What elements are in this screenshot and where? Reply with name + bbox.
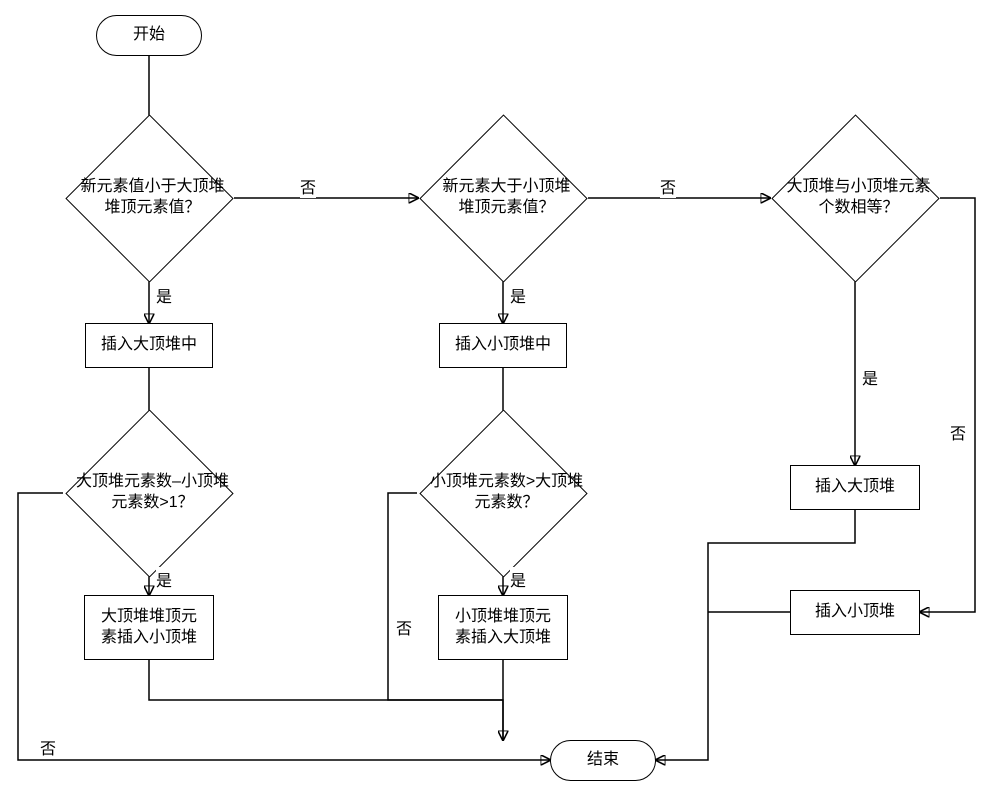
d1-no-label: 否 bbox=[300, 174, 316, 198]
d3-line2: 堆顶元素值？ bbox=[442, 198, 570, 219]
decision-d5: 大顶堆与小顶堆元素 个数相等？ bbox=[787, 130, 922, 265]
d4-yes-label: 是 bbox=[510, 567, 526, 591]
d4-line1: 小顶堆元素数>大顶堆 bbox=[430, 472, 583, 493]
p2-line1: 大顶堆堆顶元 bbox=[101, 607, 197, 628]
p6-label: 插入小顶堆 bbox=[815, 602, 895, 623]
process-p5: 插入大顶堆 bbox=[790, 465, 920, 510]
p4-line2: 素插入大顶堆 bbox=[455, 628, 551, 649]
d2-yes-label: 是 bbox=[156, 567, 172, 591]
decision-d4: 小顶堆元素数>大顶堆 元素数？ bbox=[435, 425, 570, 560]
d1-yes-label: 是 bbox=[156, 283, 172, 307]
d4-no-label: 否 bbox=[396, 615, 412, 639]
p2-line2: 素插入小顶堆 bbox=[101, 628, 197, 649]
process-p2: 大顶堆堆顶元 素插入小顶堆 bbox=[84, 595, 214, 660]
end-label: 结束 bbox=[587, 750, 619, 771]
p3-label: 插入小顶堆中 bbox=[455, 335, 551, 356]
p5-label: 插入大顶堆 bbox=[815, 477, 895, 498]
start-label: 开始 bbox=[133, 25, 165, 46]
d5-no-label: 否 bbox=[950, 420, 966, 444]
d1-line2: 堆顶元素值？ bbox=[80, 198, 224, 219]
d3-line1: 新元素大于小顶堆 bbox=[442, 177, 570, 198]
d2-no-label: 否 bbox=[40, 735, 56, 759]
d4-line2: 元素数？ bbox=[430, 493, 583, 514]
flowchart-canvas: 开始 新元素值小于大顶堆 堆顶元素值？ 新元素大于小顶堆 堆顶元素值？ 大顶堆与… bbox=[0, 0, 1000, 804]
d3-yes-label: 是 bbox=[510, 283, 526, 307]
d5-line2: 个数相等？ bbox=[786, 198, 930, 219]
d2-line2: 元素数>1？ bbox=[76, 493, 229, 514]
p1-label: 插入大顶堆中 bbox=[101, 335, 197, 356]
d1-line1: 新元素值小于大顶堆 bbox=[80, 177, 224, 198]
d3-no-label: 否 bbox=[660, 174, 676, 198]
end-terminator: 结束 bbox=[550, 740, 656, 781]
process-p6: 插入小顶堆 bbox=[790, 590, 920, 635]
d2-line1: 大顶堆元素数–小顶堆 bbox=[76, 472, 229, 493]
p4-line1: 小顶堆堆顶元 bbox=[455, 607, 551, 628]
process-p1: 插入大顶堆中 bbox=[85, 323, 213, 368]
d5-line1: 大顶堆与小顶堆元素 bbox=[786, 177, 930, 198]
start-terminator: 开始 bbox=[96, 15, 202, 56]
process-p4: 小顶堆堆顶元 素插入大顶堆 bbox=[438, 595, 568, 660]
d5-yes-label: 是 bbox=[862, 365, 878, 389]
process-p3: 插入小顶堆中 bbox=[439, 323, 567, 368]
decision-d2: 大顶堆元素数–小顶堆 元素数>1？ bbox=[81, 425, 216, 560]
decision-d3: 新元素大于小顶堆 堆顶元素值？ bbox=[435, 130, 570, 265]
decision-d1: 新元素值小于大顶堆 堆顶元素值？ bbox=[81, 130, 216, 265]
